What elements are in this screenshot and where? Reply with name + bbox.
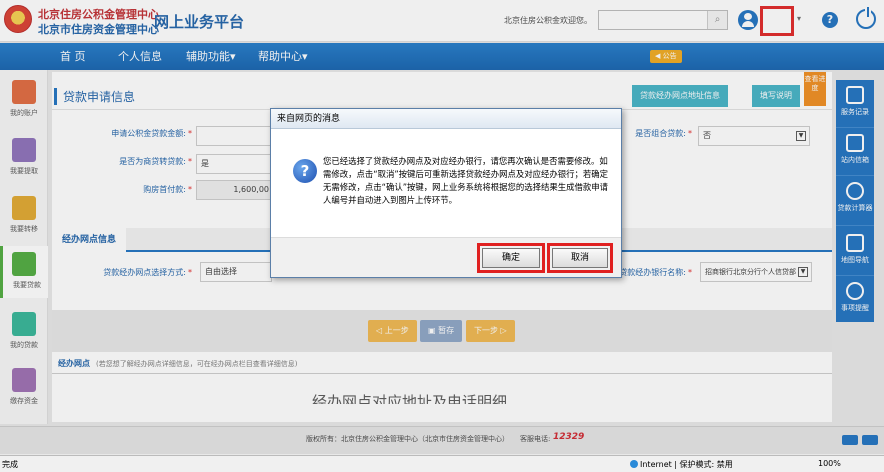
browser-statusbar: 完成 Internet | 保护模式: 禁用 100%: [0, 455, 884, 472]
confirm-dialog: 来自网页的消息 ? 您已经选择了贷款经办网点及对应经办银行，请您再次确认是否需要…: [270, 108, 622, 278]
zoom-level[interactable]: 100%: [818, 459, 841, 468]
dialog-footer: 确定 取消: [271, 237, 621, 277]
ok-button[interactable]: 确定: [482, 248, 540, 268]
dialog-message: 您已经选择了贷款经办网点及对应经办银行，请您再次确认是否需要修改。如需修改，点击…: [323, 156, 609, 205]
status-text: 完成: [2, 460, 18, 469]
zone-label: Internet | 保护模式: 禁用: [640, 460, 733, 469]
cancel-button[interactable]: 取消: [552, 248, 608, 268]
cancel-button-highlight: 取消: [547, 243, 613, 273]
ok-button-highlight: 确定: [477, 243, 545, 273]
security-zone: Internet | 保护模式: 禁用: [630, 459, 733, 470]
dialog-title: 来自网页的消息: [271, 109, 621, 129]
question-icon: ?: [293, 159, 317, 183]
globe-icon: [630, 460, 638, 468]
